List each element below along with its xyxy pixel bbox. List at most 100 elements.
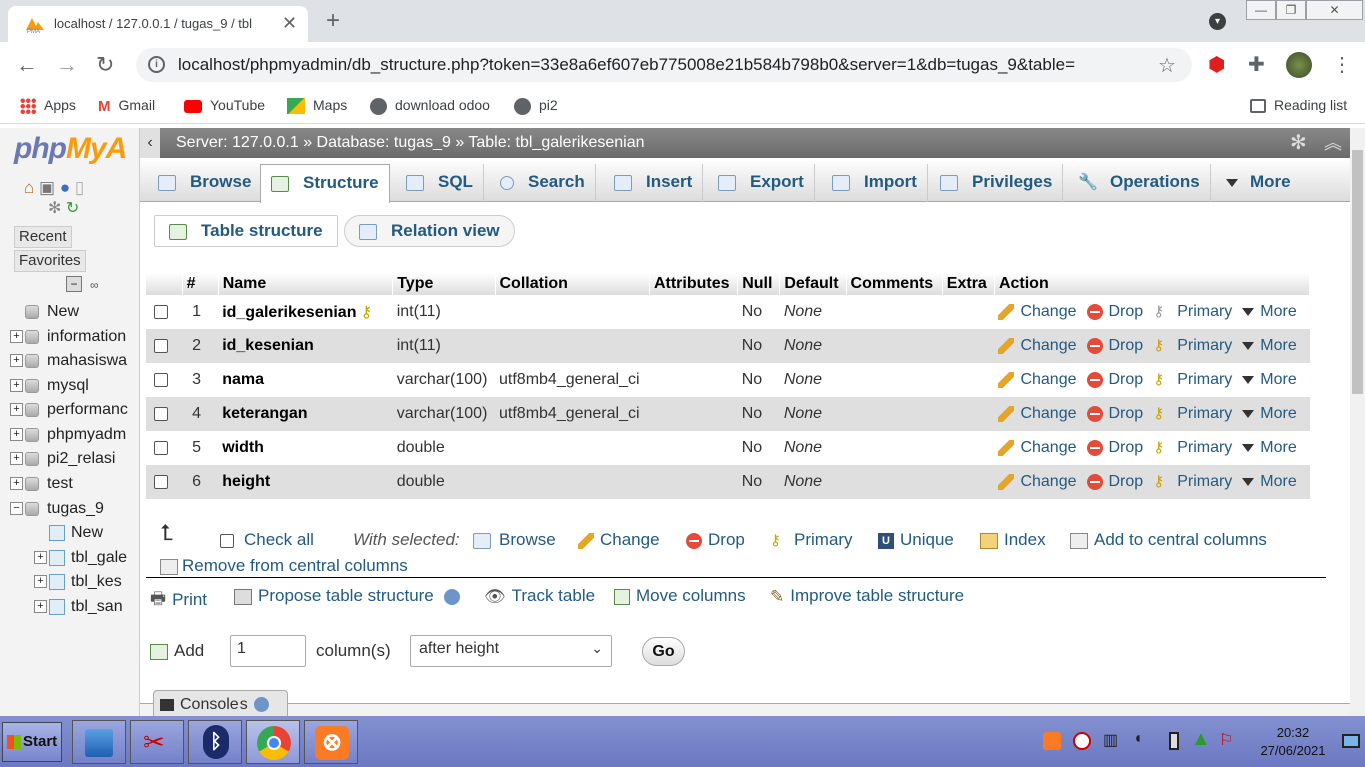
bookmark-pi2[interactable]: pi2 xyxy=(514,97,558,115)
row-checkbox[interactable] xyxy=(154,338,168,353)
bulk-unique-button[interactable]: U Unique xyxy=(878,530,954,550)
more-button[interactable]: More xyxy=(1242,303,1297,320)
column-name[interactable]: width xyxy=(222,439,264,456)
tree-table-item[interactable]: + tbl_gale xyxy=(34,547,127,571)
more-button[interactable]: More xyxy=(1242,337,1297,354)
tab-search-icon[interactable]: ▾ xyxy=(1209,13,1226,30)
move-columns-link[interactable]: Move columns xyxy=(614,586,746,606)
adblock-icon[interactable]: ⬢ xyxy=(1208,52,1225,78)
favorites-button[interactable]: Favorites xyxy=(14,250,86,272)
reading-list[interactable]: Reading list xyxy=(1250,97,1347,114)
tab-sql[interactable]: SQL xyxy=(396,164,484,202)
bookmark-maps[interactable]: Maps xyxy=(287,97,347,115)
tab-insert[interactable]: Insert xyxy=(604,164,704,202)
restore-icon[interactable]: ❐ xyxy=(1276,0,1306,20)
reload-icon[interactable]: ↻ xyxy=(96,52,114,78)
primary-button[interactable]: ⚷ Primary xyxy=(1153,473,1232,490)
back-icon[interactable]: ← xyxy=(16,52,38,78)
tree-table-item[interactable]: + tbl_san xyxy=(34,596,123,620)
more-button[interactable]: More xyxy=(1242,473,1297,490)
tree-database-item[interactable]: − tugas_9 xyxy=(10,498,104,522)
more-button[interactable]: More xyxy=(1242,371,1297,388)
close-window-icon[interactable]: ✕ xyxy=(1306,0,1363,20)
xampp-taskbar[interactable]: ⊗ xyxy=(304,720,358,764)
xampp-tray-icon[interactable] xyxy=(1043,732,1061,750)
close-tab-icon[interactable]: ✕ xyxy=(282,13,297,34)
relation-view-button[interactable]: Relation view xyxy=(344,215,515,247)
tree-database-item[interactable]: + performanc xyxy=(10,399,128,423)
browser-tab[interactable]: PMA localhost / 127.0.0.1 / tugas_9 / tb… xyxy=(8,6,308,42)
network-icon[interactable]: ▥ xyxy=(1103,730,1118,750)
new-tab-icon[interactable]: + xyxy=(326,7,340,35)
collapse-nav-icon[interactable]: ‹ xyxy=(140,128,160,158)
column-name[interactable]: keterangan xyxy=(222,405,307,422)
volume-icon[interactable]: ◖ xyxy=(1133,730,1143,748)
expand-icon[interactable]: + xyxy=(34,600,47,614)
column-name[interactable]: id_kesenian xyxy=(222,337,314,354)
tree-database-item[interactable]: + phpmyadm xyxy=(10,424,126,448)
upload-icon[interactable]: ▲ xyxy=(1191,728,1211,751)
add-central-columns-button[interactable]: Add to central columns xyxy=(1070,530,1267,550)
tree-database-item[interactable]: + mahasiswa xyxy=(10,350,127,374)
bluetooth-taskbar[interactable]: ᛒ xyxy=(188,720,242,764)
tab-operations[interactable]: 🔧 Operations xyxy=(1068,164,1211,202)
tree-database-item[interactable]: + pi2_relasi xyxy=(10,448,115,472)
tab-more[interactable]: More xyxy=(1216,164,1301,202)
drop-button[interactable]: Drop xyxy=(1086,371,1143,388)
table-structure-button[interactable]: Table structure xyxy=(154,215,338,247)
row-checkbox[interactable] xyxy=(154,440,168,455)
help-icon[interactable] xyxy=(253,697,269,713)
address-bar[interactable]: i localhost/phpmyadmin/db_structure.php?… xyxy=(136,48,1192,82)
change-button[interactable]: Change xyxy=(998,473,1077,490)
recent-button[interactable]: Recent xyxy=(14,226,72,248)
expand-icon[interactable]: + xyxy=(10,452,23,466)
phpmyadmin-logo[interactable]: phpMyA xyxy=(14,132,127,166)
bulk-drop-button[interactable]: Drop xyxy=(686,530,745,550)
help-icon[interactable] xyxy=(443,588,460,605)
expand-icon[interactable]: + xyxy=(34,575,47,589)
tree-database-item[interactable]: + mysql xyxy=(10,375,89,399)
check-all-checkbox[interactable] xyxy=(220,533,234,548)
tree-database-item[interactable]: + test xyxy=(10,473,73,497)
primary-button[interactable]: ⚷ Primary xyxy=(1153,371,1232,388)
more-button[interactable]: More xyxy=(1242,439,1297,456)
print-link[interactable]: 🖶 Print xyxy=(150,586,207,615)
link-icon[interactable]: ∞ xyxy=(90,278,99,292)
collapse-all-icon[interactable]: − xyxy=(66,276,82,292)
home-icon[interactable]: ⌂ xyxy=(24,178,34,197)
docs-icon[interactable]: ▯ xyxy=(75,178,84,197)
bookmark-gmail[interactable]: M Gmail xyxy=(98,97,155,115)
drop-button[interactable]: Drop xyxy=(1086,405,1143,422)
check-all[interactable]: Check all xyxy=(220,530,314,550)
drop-button[interactable]: Drop xyxy=(1086,439,1143,456)
collapse-icon[interactable]: − xyxy=(10,502,23,516)
profile-avatar[interactable] xyxy=(1286,52,1312,78)
column-name[interactable]: id_galerikesenian xyxy=(222,304,356,321)
change-button[interactable]: Change xyxy=(998,303,1077,320)
tab-structure[interactable]: Structure xyxy=(260,164,390,203)
start-button[interactable]: Start xyxy=(2,722,62,762)
change-button[interactable]: Change xyxy=(998,405,1077,422)
scrollbar-thumb[interactable] xyxy=(1352,150,1363,394)
improve-structure-link[interactable]: ✎ Improve table structure xyxy=(770,586,964,607)
bulk-index-button[interactable]: Index xyxy=(980,530,1046,550)
more-button[interactable]: More xyxy=(1242,405,1297,422)
tree-database-item[interactable]: New xyxy=(10,301,79,325)
snipping-taskbar[interactable]: ✂ xyxy=(130,720,184,764)
expand-icon[interactable]: + xyxy=(10,428,23,442)
drop-button[interactable]: Drop xyxy=(1086,303,1143,320)
minimize-icon[interactable]: — xyxy=(1246,0,1276,20)
drop-button[interactable]: Drop xyxy=(1086,337,1143,354)
clock[interactable]: 20:32 27/06/2021 xyxy=(1258,724,1328,760)
tray-app-icon[interactable] xyxy=(1073,732,1091,750)
drop-button[interactable]: Drop xyxy=(1086,473,1143,490)
exit-icon[interactable]: ▣ xyxy=(39,178,55,197)
propose-structure-link[interactable]: Propose table structure xyxy=(234,586,466,606)
collapse-up-icon[interactable]: ︽ xyxy=(1324,128,1342,158)
bulk-primary-button[interactable]: ⚷ Primary xyxy=(770,530,853,550)
file-explorer-taskbar[interactable] xyxy=(72,720,126,764)
go-button[interactable]: Go xyxy=(642,637,685,666)
gear-icon[interactable]: ✻ xyxy=(1290,128,1307,158)
settings-icon[interactable]: ✻ xyxy=(48,200,61,217)
track-table-link[interactable]: 👁 Track table xyxy=(484,586,595,607)
